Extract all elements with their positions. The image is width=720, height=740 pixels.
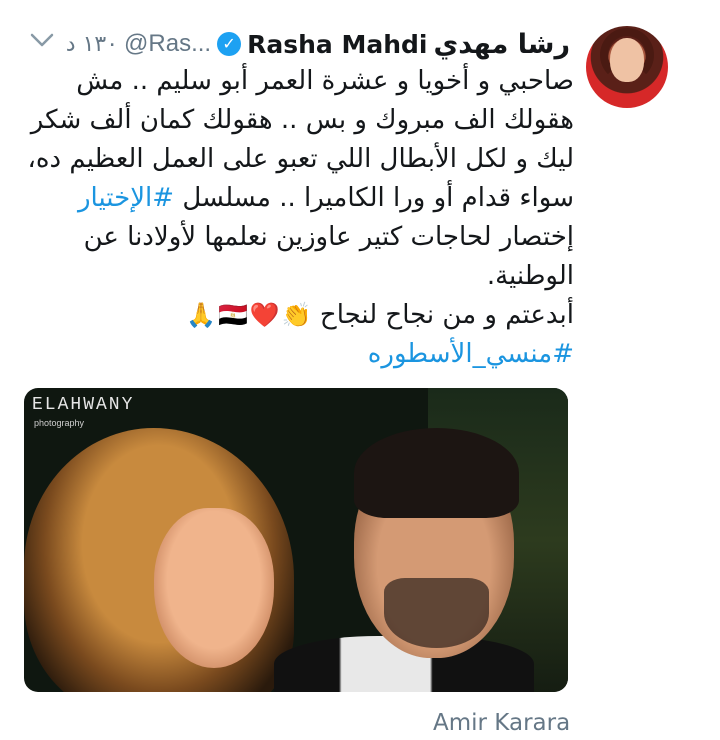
red-heart-icon: ❤️ bbox=[249, 301, 280, 329]
author-handle[interactable]: @Ras... bbox=[124, 30, 211, 58]
author-name-latin[interactable]: Rasha Mahdi bbox=[247, 30, 427, 59]
egypt-flag-icon: 🇪🇬 bbox=[217, 301, 248, 329]
tweet-line: سواء قدام أو ورا الكاميرا .. مسلسل #الإخ… bbox=[10, 179, 574, 218]
emoji-row: 👏 ❤️ 🇪🇬 🙏 bbox=[186, 296, 312, 335]
author-avatar[interactable] bbox=[586, 26, 668, 108]
photo-man-beard bbox=[384, 578, 489, 648]
tweet-card[interactable]: رشا مهدي Rasha Mahdi ✓ @Ras... ١٣٠ د صاح… bbox=[0, 0, 720, 740]
clapping-hands-icon: 👏 bbox=[281, 301, 312, 329]
hashtag-link[interactable]: #الإختيار bbox=[78, 183, 174, 213]
verified-badge-icon: ✓ bbox=[217, 32, 242, 56]
tweet-header: رشا مهدي Rasha Mahdi ✓ @Ras... ١٣٠ د bbox=[66, 24, 570, 64]
tweet-line: ليك و لكل الأبطال اللي تعبو على العمل ال… bbox=[27, 144, 574, 174]
tweet-line: إختصار لحاجات كتير عاوزين نعلمها لأولادن… bbox=[83, 222, 574, 252]
tweet-photo[interactable]: ELAHWANY photography bbox=[24, 388, 568, 692]
tweet-line: الوطنية. bbox=[486, 261, 574, 291]
chevron-down-icon[interactable] bbox=[28, 30, 56, 50]
tweet-timestamp[interactable]: ١٣٠ د bbox=[66, 32, 118, 57]
tweet-line: أبدعتم و من نجاح لنجاح 👏 ❤️ 🇪🇬 🙏 bbox=[10, 296, 574, 335]
tweet-line-text: أبدعتم و من نجاح لنجاح bbox=[319, 300, 574, 330]
author-name-arabic[interactable]: رشا مهدي bbox=[433, 29, 570, 60]
tweet-line: صاحبي و أخويا و عشرة العمر أبو سليم .. م… bbox=[76, 66, 574, 96]
tagged-person-link[interactable]: Amir Karara bbox=[433, 710, 570, 736]
hashtag-link[interactable]: #منسي_الأسطوره bbox=[10, 335, 574, 374]
photo-watermark-sub: photography bbox=[34, 418, 85, 428]
photo-woman-face bbox=[154, 508, 274, 668]
avatar-face bbox=[610, 38, 644, 82]
photo-watermark: ELAHWANY bbox=[32, 395, 135, 415]
tweet-line: هقولك الف مبروك و بس .. هقولك كمان ألف ش… bbox=[30, 105, 574, 135]
photo-man-hair bbox=[354, 428, 519, 518]
tweet-line-text: سواء قدام أو ورا الكاميرا .. مسلسل bbox=[182, 183, 574, 213]
folded-hands-icon: 🙏 bbox=[186, 301, 216, 329]
tweet-text: صاحبي و أخويا و عشرة العمر أبو سليم .. م… bbox=[10, 62, 574, 374]
